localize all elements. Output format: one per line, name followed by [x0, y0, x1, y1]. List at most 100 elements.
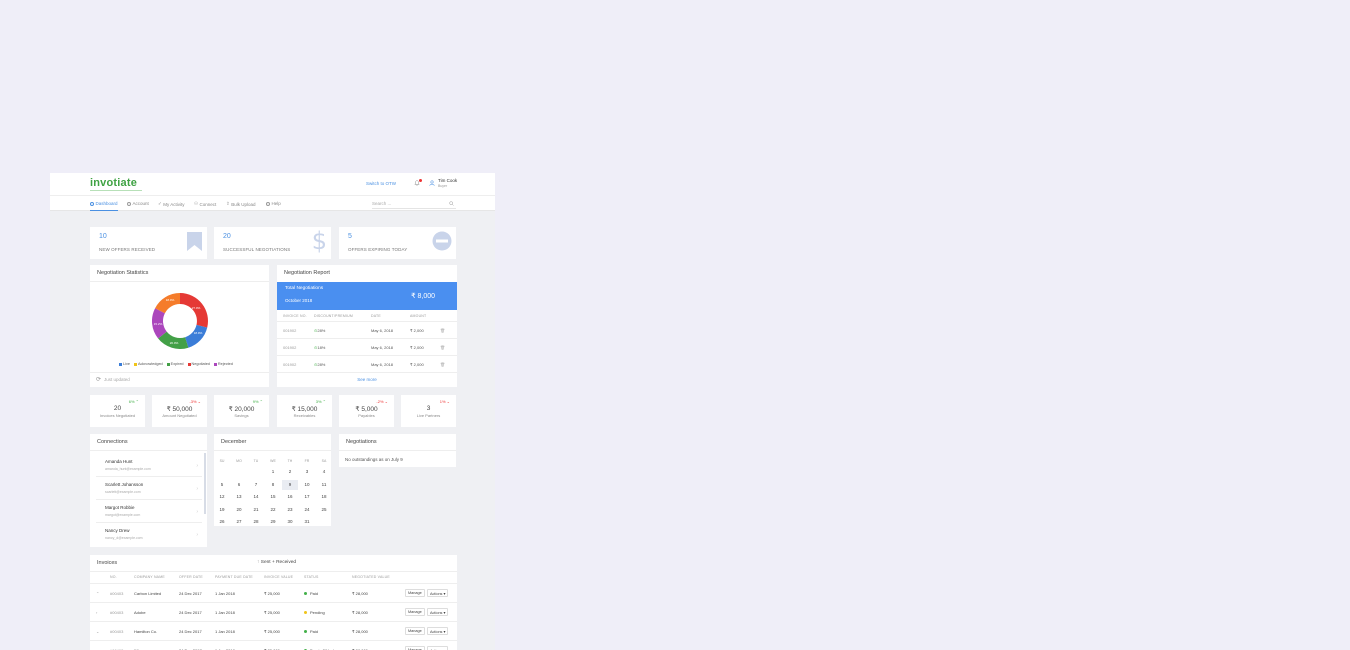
actions-dropdown[interactable]: Actions ▾: [427, 608, 449, 616]
trash-icon[interactable]: 🗑: [440, 345, 445, 350]
calendar-day[interactable]: 25: [316, 507, 332, 512]
legend-item[interactable]: Rejected: [213, 362, 233, 366]
connection-item[interactable]: Nancy Drew nancy_d@example.com ›: [96, 523, 202, 546]
calendar-day[interactable]: 17: [299, 494, 315, 499]
invoice-value: ₹ 25,000: [264, 610, 280, 615]
trash-icon[interactable]: 🗑: [440, 362, 445, 367]
expand-row-icon[interactable]: ⌃: [96, 591, 99, 596]
invoice-row[interactable]: › #00403 Adobe 24 Dec 2017 1 Jan 2018 ₹ 25,00…: [90, 602, 457, 621]
search-input[interactable]: Search ...: [372, 199, 456, 209]
legend-item[interactable]: Acknowledged: [133, 362, 163, 366]
card-title: Negotiation Report: [284, 270, 330, 276]
company-name: Hamilton Co.: [134, 629, 158, 634]
invoice-row[interactable]: ⌄ #00403 Hamilton Co. 24 Dec 2017 1 Jan 2018…: [90, 621, 457, 640]
invoice-row[interactable]: ⌃ #00403 Carbon Limited 24 Dec 2017 1 Jan 20…: [90, 583, 457, 602]
manage-button[interactable]: Manage: [405, 608, 425, 616]
mini-stat-card[interactable]: 1% ⌄ 3 Live Partners: [401, 395, 456, 427]
switch-user-type-link[interactable]: Switch to OTW: [366, 181, 396, 186]
calendar-day[interactable]: 23: [282, 507, 298, 512]
negotiated-value: ₹ 28,000: [352, 591, 368, 596]
user-icon[interactable]: [429, 180, 435, 186]
calendar-day[interactable]: 3: [299, 469, 315, 474]
tab-dashboard[interactable]: Dashboard: [90, 201, 118, 206]
tab-bulk-upload[interactable]: ⇪ Bulk Upload: [226, 201, 256, 207]
connections-scrollbar[interactable]: [204, 453, 206, 514]
sent-received-toggle[interactable]: ↑ Sent + Received: [257, 560, 296, 565]
tab-connect[interactable]: ⚇ Connect: [194, 201, 216, 207]
calendar-day[interactable]: 6: [231, 482, 247, 487]
calendar-day[interactable]: 31: [299, 519, 315, 524]
connection-item[interactable]: Amanda Hunt amanda_hunt@example.com ›: [96, 454, 202, 477]
mini-stat-label: Amount Negotiated: [162, 413, 197, 418]
calendar-day[interactable]: 26: [214, 519, 230, 524]
calendar-day[interactable]: 21: [248, 507, 264, 512]
calendar-weekday: TH: [287, 459, 293, 463]
slice-negotiated: [180, 293, 208, 328]
active-tab-indicator: [90, 210, 118, 211]
refresh-icon[interactable]: ⟳: [96, 376, 101, 383]
legend-item[interactable]: Live: [119, 362, 130, 366]
calendar-day[interactable]: 13: [231, 494, 247, 499]
calendar-day[interactable]: 28: [248, 519, 264, 524]
calendar-day[interactable]: 4: [316, 469, 332, 474]
calendar-day[interactable]: 15: [265, 494, 281, 499]
calendar-day[interactable]: 12: [214, 494, 230, 499]
calendar-day[interactable]: 7: [248, 482, 264, 487]
calendar-day[interactable]: 9: [282, 482, 298, 487]
mini-stat-label: Receivables: [293, 413, 316, 418]
calendar-day[interactable]: 29: [265, 519, 281, 524]
legend-item[interactable]: Negotiated: [187, 362, 210, 366]
brand-logo[interactable]: invotiate: [90, 177, 137, 189]
expand-row-icon[interactable]: ›: [96, 610, 97, 615]
expand-row-icon[interactable]: ⌄: [96, 629, 99, 634]
connection-item[interactable]: Margot Robbie margot@example.com ›: [96, 500, 202, 523]
offer-date: 24 Dec 2017: [179, 629, 202, 634]
manage-button[interactable]: Manage: [405, 646, 425, 650]
calendar-day[interactable]: 24: [299, 507, 315, 512]
tab-help[interactable]: Help: [266, 201, 281, 206]
see-more-link[interactable]: See more: [277, 377, 457, 382]
calendar-day[interactable]: 8: [265, 482, 281, 487]
mini-stat-card[interactable]: -3% ⌄ ₹ 50,000 Amount Negotiated: [152, 395, 207, 427]
tab-my-activity[interactable]: ✓ My Activity: [158, 201, 185, 207]
search-icon[interactable]: [449, 201, 454, 206]
connection-item[interactable]: Scarlett Johansson scarlett@example.com …: [96, 477, 202, 500]
actions-dropdown[interactable]: Actions ▾: [427, 646, 449, 650]
calendar-day[interactable]: 11: [316, 482, 332, 487]
manage-button[interactable]: Manage: [405, 627, 425, 635]
actions-dropdown[interactable]: Actions ▾: [427, 627, 449, 635]
calendar-day[interactable]: 22: [265, 507, 281, 512]
calendar-day[interactable]: 20: [231, 507, 247, 512]
legend-item[interactable]: Expired: [166, 362, 184, 366]
mini-stat-card[interactable]: -2% ⌄ ₹ 5,000 Payables: [339, 395, 394, 427]
report-row[interactable]: 001902 ⊙28% May 6, 2018 ₹ 2,000 🗑: [277, 355, 457, 372]
invoice-number: 001902: [283, 345, 297, 350]
report-row[interactable]: 001902 ⊙18% May 6, 2018 ₹ 2,000 🗑: [277, 338, 457, 355]
calendar-day[interactable]: 30: [282, 519, 298, 524]
tab-account[interactable]: Account: [127, 201, 149, 206]
mini-stat-card[interactable]: 6% ⌃ 20 Invoices Negotiated: [90, 395, 145, 427]
report-amount: ₹ 2,000: [410, 328, 424, 333]
invoice-row[interactable]: ›#00403Wiper24 Dec 20171 Jan 2018₹ 25,00…: [90, 640, 457, 650]
calendar-day[interactable]: 18: [316, 494, 332, 499]
calendar-day[interactable]: 1: [265, 469, 281, 474]
actions-dropdown[interactable]: Actions ▾: [427, 589, 449, 597]
mini-stat-card[interactable]: 3% ⌃ ₹ 15,000 Receivables: [277, 395, 332, 427]
negotiation-donut-chart[interactable]: 27.0% 18.9% 20.0% 15.2% 18.9%: [152, 293, 208, 349]
report-row[interactable]: 001902 ⊙28% May 6, 2018 ₹ 2,000 🗑: [277, 321, 457, 338]
user-name[interactable]: Tim Cook: [438, 178, 457, 183]
calendar-day[interactable]: 16: [282, 494, 298, 499]
calendar-day[interactable]: 27: [231, 519, 247, 524]
calendar-day[interactable]: 19: [214, 507, 230, 512]
calendar-day[interactable]: 5: [214, 482, 230, 487]
trash-icon[interactable]: 🗑: [440, 328, 445, 333]
calendar-day[interactable]: 10: [299, 482, 315, 487]
calendar-day[interactable]: 2: [282, 469, 298, 474]
calendar-month[interactable]: December: [221, 439, 246, 445]
stat-card-offers-expiring[interactable]: 5 OFFERS EXPIRING TODAY: [339, 227, 456, 259]
stat-card-successful-negotiations[interactable]: 20 SUCCESSFUL NEGOTIATIONS $: [214, 227, 331, 259]
calendar-day[interactable]: 14: [248, 494, 264, 499]
manage-button[interactable]: Manage: [405, 589, 425, 597]
stat-card-new-offers[interactable]: 10 NEW OFFERS RECEIVED: [90, 227, 207, 259]
mini-stat-card[interactable]: 9% ⌃ ₹ 20,000 Savings: [214, 395, 269, 427]
